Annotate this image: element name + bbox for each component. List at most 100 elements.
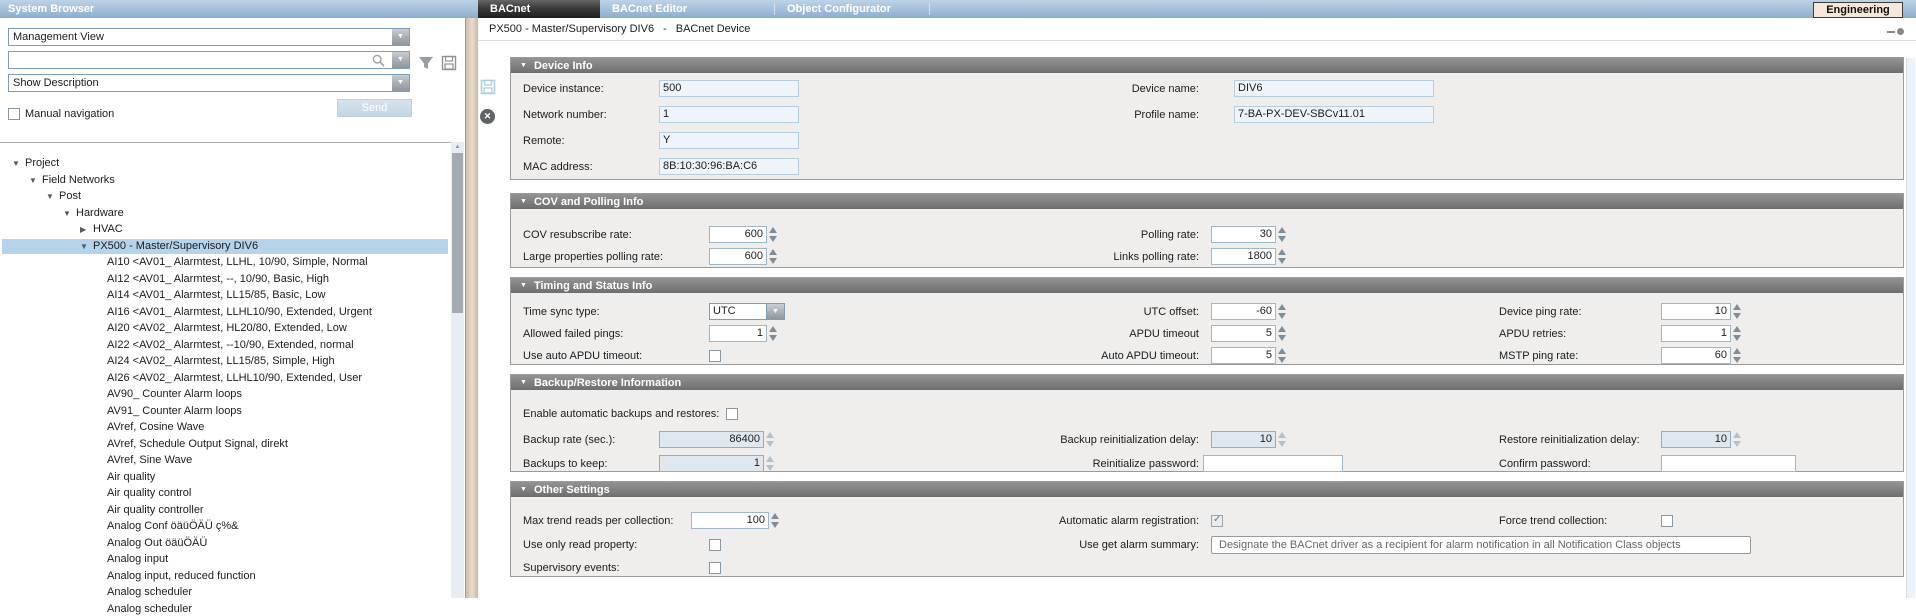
- mac-address-field[interactable]: 8B:10:30:96:BA:C6: [659, 158, 799, 175]
- spinner[interactable]: [769, 248, 778, 265]
- engineering-mode-button[interactable]: Engineering: [1813, 2, 1903, 18]
- tree-item[interactable]: AI20 <AV02_ Alarmtest, HL20/80, Extended…: [2, 321, 448, 336]
- tree-item[interactable]: ▼Field Networks: [2, 173, 448, 188]
- spinner[interactable]: [769, 325, 778, 342]
- content-scrollbar[interactable]: [1906, 58, 1915, 598]
- tree-scrollbar[interactable]: ▲: [451, 142, 464, 598]
- spinner[interactable]: [1278, 325, 1287, 342]
- tab-object-configurator[interactable]: Object Configurator: [775, 0, 929, 18]
- tree-item[interactable]: AI16 <AV01_ Alarmtest, LLHL10/90, Extend…: [2, 305, 448, 320]
- section-header-cov-polling[interactable]: ▼ COV and Polling Info: [511, 194, 1903, 209]
- tree-item[interactable]: Air quality: [2, 470, 448, 485]
- filter-icon[interactable]: [418, 55, 434, 71]
- tree-item[interactable]: ▶HVAC: [2, 222, 448, 237]
- spinner[interactable]: [1278, 347, 1287, 364]
- tree-item[interactable]: AV91_ Counter Alarm loops: [2, 404, 448, 419]
- max-trend-reads-input[interactable]: 100: [691, 512, 769, 529]
- network-number-field[interactable]: 1: [659, 106, 799, 123]
- breadcrumb-view[interactable]: BACnet Device: [676, 23, 751, 35]
- tree-item[interactable]: AVref, Cosine Wave: [2, 420, 448, 435]
- tree-item[interactable]: AVref, Sine Wave: [2, 453, 448, 468]
- tree-item[interactable]: ▼Project: [2, 156, 448, 171]
- apdu-timeout-input[interactable]: 5: [1211, 325, 1276, 342]
- tree-item[interactable]: ▼Hardware: [2, 206, 448, 221]
- tree-item[interactable]: ▼PX500 - Master/Supervisory DIV6: [2, 239, 448, 254]
- auto-apdu-timeout-input[interactable]: 5: [1211, 347, 1276, 364]
- save-icon[interactable]: [441, 55, 457, 71]
- time-sync-type-select[interactable]: UTC: [709, 303, 767, 320]
- spinner[interactable]: [1278, 303, 1287, 320]
- scroll-up-icon[interactable]: ▲: [451, 142, 464, 153]
- device-ping-rate-input[interactable]: 10: [1661, 303, 1731, 320]
- close-icon[interactable]: ✕: [480, 109, 495, 124]
- device-name-field[interactable]: DIV6: [1234, 80, 1434, 97]
- use-only-read-property-checkbox[interactable]: [709, 539, 721, 551]
- tab-bacnet[interactable]: BACnet: [478, 0, 600, 18]
- tree-item[interactable]: AI14 <AV01_ Alarmtest, LL15/85, Basic, L…: [2, 288, 448, 303]
- use-auto-apdu-timeout-checkbox[interactable]: [709, 350, 721, 362]
- chevron-down-icon[interactable]: ▼: [12, 158, 20, 169]
- spinner[interactable]: [771, 512, 780, 529]
- send-button[interactable]: Send: [337, 99, 412, 117]
- tree-item[interactable]: Analog Out öäüÖÄÜ: [2, 536, 448, 551]
- polling-rate-input[interactable]: 30: [1211, 226, 1276, 243]
- force-trend-collection-checkbox[interactable]: [1661, 515, 1673, 527]
- chevron-down-icon[interactable]: ▼: [80, 241, 88, 252]
- section-header-backup-restore[interactable]: ▼ Backup/Restore Information: [511, 375, 1903, 390]
- reinitialize-password-input[interactable]: [1203, 455, 1343, 472]
- allowed-failed-pings-input[interactable]: 1: [709, 325, 767, 342]
- spinner[interactable]: [1733, 325, 1742, 342]
- chevron-down-icon[interactable]: ▼: [29, 175, 37, 186]
- tree-item[interactable]: Air quality controller: [2, 503, 448, 518]
- tree-item[interactable]: Air quality control: [2, 486, 448, 501]
- view-dropdown[interactable]: Management View ▼: [8, 28, 410, 46]
- tree-item[interactable]: Analog input: [2, 552, 448, 567]
- breadcrumb-object[interactable]: PX500 - Master/Supervisory DIV6: [489, 23, 654, 35]
- utc-offset-input[interactable]: -60: [1211, 303, 1276, 320]
- supervisory-events-checkbox[interactable]: [709, 562, 721, 574]
- tree-item[interactable]: Analog Conf öäüÖÄÜ ç%&: [2, 519, 448, 534]
- spinner[interactable]: [1278, 226, 1287, 243]
- tree-item[interactable]: AI24 <AV02_ Alarmtest, LL15/85, Simple, …: [2, 354, 448, 369]
- large-properties-polling-rate-input[interactable]: 600: [709, 248, 767, 265]
- pin-icon[interactable]: [1887, 28, 1904, 35]
- confirm-password-input[interactable]: [1661, 455, 1796, 472]
- tree-item[interactable]: AI22 <AV02_ Alarmtest, --10/90, Extended…: [2, 338, 448, 353]
- chevron-down-icon[interactable]: ▼: [46, 191, 54, 202]
- spinner[interactable]: [1278, 248, 1287, 265]
- chevron-down-icon[interactable]: ▼: [767, 303, 785, 320]
- tree-item[interactable]: ▼Post: [2, 189, 448, 204]
- scrollbar-thumb[interactable]: [452, 153, 463, 313]
- chevron-down-icon[interactable]: ▼: [392, 29, 409, 45]
- save-icon[interactable]: [480, 79, 496, 95]
- tab-bacnet-editor[interactable]: BACnet Editor: [600, 0, 774, 18]
- spinner[interactable]: [1733, 347, 1742, 364]
- chevron-down-icon[interactable]: ▼: [392, 75, 409, 91]
- panel-splitter[interactable]: [466, 18, 478, 598]
- apdu-retries-input[interactable]: 1: [1661, 325, 1731, 342]
- profile-name-field[interactable]: 7-BA-PX-DEV-SBCv11.01: [1234, 106, 1434, 123]
- section-header-other-settings[interactable]: ▼ Other Settings: [511, 482, 1903, 497]
- section-header-timing-status[interactable]: ▼ Timing and Status Info: [511, 278, 1903, 293]
- tree-item[interactable]: AI10 <AV01_ Alarmtest, LLHL, 10/90, Simp…: [2, 255, 448, 270]
- tree-item[interactable]: Analog input, reduced function: [2, 569, 448, 584]
- tree-item[interactable]: AVref, Schedule Output Signal, direkt: [2, 437, 448, 452]
- tree-item[interactable]: Analog scheduler: [2, 602, 448, 616]
- search-box[interactable]: ▼: [8, 51, 410, 69]
- manual-navigation-checkbox[interactable]: [8, 108, 20, 120]
- remote-field[interactable]: Y: [659, 132, 799, 149]
- chevron-down-icon[interactable]: ▼: [392, 52, 409, 68]
- search-input[interactable]: [9, 52, 373, 68]
- tree-item[interactable]: AV90_ Counter Alarm loops: [2, 387, 448, 402]
- cov-resubscribe-rate-input[interactable]: 600: [709, 226, 767, 243]
- chevron-down-icon[interactable]: ▼: [63, 208, 71, 219]
- mstp-ping-rate-input[interactable]: 60: [1661, 347, 1731, 364]
- tree-item[interactable]: AI12 <AV01_ Alarmtest, --, 10/90, Basic,…: [2, 272, 448, 287]
- display-mode-dropdown[interactable]: Show Description ▼: [8, 74, 410, 92]
- section-header-device-info[interactable]: ▼ Device Info: [511, 58, 1903, 73]
- enable-auto-backups-checkbox[interactable]: [726, 408, 738, 420]
- chevron-right-icon[interactable]: ▶: [80, 224, 86, 235]
- links-polling-rate-input[interactable]: 1800: [1211, 248, 1276, 265]
- spinner[interactable]: [1733, 303, 1742, 320]
- spinner[interactable]: [769, 226, 778, 243]
